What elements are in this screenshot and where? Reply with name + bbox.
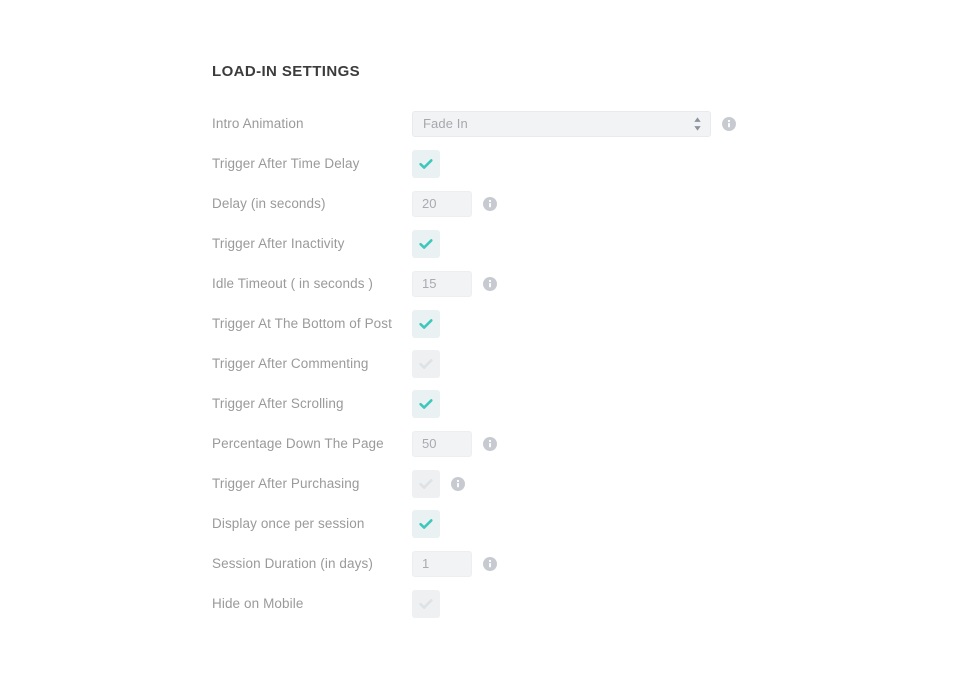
row-control: Fade In (412, 111, 736, 137)
number-input-value: 50 (422, 436, 437, 451)
row-control: 20 (412, 191, 497, 217)
row-label: Trigger After Commenting (212, 356, 369, 371)
checkbox[interactable] (412, 390, 440, 418)
info-icon[interactable] (722, 117, 736, 131)
checkbox[interactable] (412, 310, 440, 338)
row-control (412, 350, 440, 378)
number-input-value: 15 (422, 276, 437, 291)
checkbox[interactable] (412, 230, 440, 258)
row-control (412, 310, 440, 338)
row-control (412, 230, 440, 258)
row-label: Idle Timeout ( in seconds ) (212, 276, 374, 291)
checkbox[interactable] (412, 350, 440, 378)
number-input[interactable]: 15 (412, 271, 472, 297)
settings-row: Trigger After Inactivity (212, 224, 772, 264)
settings-row: Trigger After Scrolling (212, 384, 772, 424)
settings-row: Session Duration (in days) 1 (212, 544, 772, 584)
checkbox[interactable] (412, 150, 440, 178)
checkbox[interactable] (412, 510, 440, 538)
settings-row: Trigger After Purchasing (212, 464, 772, 504)
load-in-settings-panel: LOAD-IN SETTINGS Intro Animation Fade In T… (212, 62, 772, 624)
checkbox[interactable] (412, 470, 440, 498)
settings-row: Idle Timeout ( in seconds ) 15 (212, 264, 772, 304)
row-control: 1 (412, 551, 497, 577)
info-icon[interactable] (483, 277, 497, 291)
row-label: Trigger After Time Delay (212, 156, 360, 171)
info-icon[interactable] (483, 197, 497, 211)
settings-row: Percentage Down The Page 50 (212, 424, 772, 464)
row-label: Hide on Mobile (212, 596, 304, 611)
stepper-arrows-icon[interactable] (693, 116, 702, 132)
settings-row: Display once per session (212, 504, 772, 544)
number-input-value: 1 (422, 556, 430, 571)
info-icon[interactable] (451, 477, 465, 491)
row-control: 50 (412, 431, 497, 457)
page-title: LOAD-IN SETTINGS (212, 63, 361, 80)
row-label: Percentage Down The Page (212, 436, 384, 451)
row-label: Session Duration (in days) (212, 556, 373, 571)
checkbox[interactable] (412, 590, 440, 618)
row-label: Trigger At The Bottom of Post (212, 316, 392, 331)
row-label: Trigger After Purchasing (212, 476, 360, 491)
settings-row: Delay (in seconds) 20 (212, 184, 772, 224)
intro-animation-select[interactable]: Fade In (412, 111, 711, 137)
row-label: Trigger After Inactivity (212, 236, 345, 251)
number-input[interactable]: 50 (412, 431, 472, 457)
number-input[interactable]: 1 (412, 551, 472, 577)
row-control (412, 470, 465, 498)
info-icon[interactable] (483, 437, 497, 451)
number-input-value: 20 (422, 196, 437, 211)
row-control (412, 590, 440, 618)
settings-row: Trigger After Commenting (212, 344, 772, 384)
info-icon[interactable] (483, 557, 497, 571)
settings-row: Intro Animation Fade In (212, 104, 772, 144)
settings-row: Trigger After Time Delay (212, 144, 772, 184)
row-label: Intro Animation (212, 116, 304, 131)
row-label: Delay (in seconds) (212, 196, 326, 211)
row-label: Trigger After Scrolling (212, 396, 344, 411)
row-label: Display once per session (212, 516, 365, 531)
row-control (412, 390, 440, 418)
settings-rows: Intro Animation Fade In Trigger After Time… (212, 104, 772, 624)
row-control (412, 150, 440, 178)
settings-row: Hide on Mobile (212, 584, 772, 624)
settings-row: Trigger At The Bottom of Post (212, 304, 772, 344)
select-value: Fade In (423, 116, 468, 131)
row-control (412, 510, 440, 538)
row-control: 15 (412, 271, 497, 297)
number-input[interactable]: 20 (412, 191, 472, 217)
